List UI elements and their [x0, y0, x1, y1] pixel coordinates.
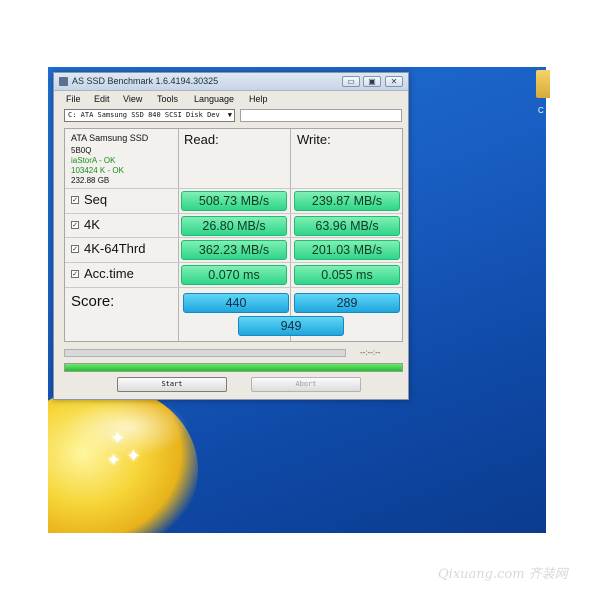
4k64-checkbox[interactable]: ✓	[71, 245, 79, 253]
menu-view[interactable]: View	[123, 94, 142, 104]
abort-button[interactable]: Abort	[251, 377, 361, 392]
device-firmware: 5B0Q	[71, 146, 92, 155]
4k-write-value: 63.96 MB/s	[294, 216, 400, 236]
row-divider	[65, 213, 402, 214]
4k64-label: 4K-64Thrd	[84, 241, 146, 256]
menu-bar: File Edit View Tools Language Help	[54, 91, 408, 107]
desktop-folder-label: C	[538, 106, 544, 115]
as-ssd-window: AS SSD Benchmark 1.6.4194.30325 ▭ ▣ ✕ Fi…	[53, 72, 409, 400]
column-divider	[290, 129, 291, 341]
4k64-read-value: 362.23 MB/s	[181, 240, 287, 260]
total-progress-bar	[64, 363, 403, 372]
maximize-button[interactable]: ▣	[363, 76, 381, 87]
device-name: ATA Samsung SSD	[71, 133, 149, 143]
start-button[interactable]: Start	[117, 377, 227, 392]
row-divider	[65, 287, 402, 288]
score-label: Score:	[71, 293, 115, 310]
row-divider	[65, 237, 402, 238]
column-divider	[178, 129, 179, 341]
window-title: AS SSD Benchmark 1.6.4194.30325	[72, 76, 219, 86]
acctime-write-value: 0.055 ms	[294, 265, 400, 285]
sparkle-icon: ✦	[126, 446, 142, 466]
row-divider	[65, 262, 402, 263]
app-icon	[59, 77, 68, 86]
acctime-read-value: 0.070 ms	[181, 265, 287, 285]
read-column-header: Read:	[184, 132, 219, 147]
total-score: 949	[238, 316, 344, 336]
acctime-label: Acc.time	[84, 266, 134, 281]
watermark-text: Qixuang.com 齐装网	[438, 567, 568, 582]
minimize-button[interactable]: ▭	[342, 76, 360, 87]
device-driver: iaStorA - OK	[71, 156, 116, 165]
drive-select[interactable]: C: ATA Samsung SSD 840 SCSI Disk Dev ▼	[64, 109, 235, 122]
device-capacity: 232.88 GB	[71, 176, 110, 185]
drive-select-value: C: ATA Samsung SSD 840 SCSI Disk Dev	[68, 111, 220, 119]
read-score: 440	[183, 293, 289, 313]
menu-edit[interactable]: Edit	[94, 94, 110, 104]
title-bar[interactable]: AS SSD Benchmark 1.6.4194.30325 ▭ ▣ ✕	[54, 73, 408, 91]
4k64-write-value: 201.03 MB/s	[294, 240, 400, 260]
4k-read-value: 26.80 MB/s	[181, 216, 287, 236]
total-progress-fill	[65, 364, 402, 371]
elapsed-time: --:--:--	[360, 348, 381, 357]
results-grid: ATA Samsung SSD 5B0Q iaStorA - OK 103424…	[64, 128, 403, 342]
sparkle-icon: ✦	[106, 450, 122, 470]
write-score: 289	[294, 293, 400, 313]
drive-row: C: ATA Samsung SSD 840 SCSI Disk Dev ▼	[54, 107, 408, 125]
write-column-header: Write:	[297, 132, 331, 147]
acctime-checkbox[interactable]: ✓	[71, 270, 79, 278]
menu-tools[interactable]: Tools	[157, 94, 178, 104]
seq-label: Seq	[84, 192, 108, 207]
menu-file[interactable]: File	[66, 94, 81, 104]
menu-language[interactable]: Language	[194, 94, 234, 104]
sparkle-icon: ✦	[110, 428, 126, 448]
device-alignment: 103424 K - OK	[71, 166, 124, 175]
seq-write-value: 239.87 MB/s	[294, 191, 400, 211]
current-test-progress-bar	[64, 349, 346, 357]
4k-label: 4K	[84, 217, 100, 232]
4k-checkbox[interactable]: ✓	[71, 221, 79, 229]
desktop-folder-icon[interactable]	[536, 70, 550, 98]
close-button[interactable]: ✕	[385, 76, 403, 87]
row-divider	[65, 188, 402, 189]
seq-read-value: 508.73 MB/s	[181, 191, 287, 211]
chevron-down-icon[interactable]: ▼	[228, 110, 232, 121]
drive-info-field	[240, 109, 402, 122]
menu-help[interactable]: Help	[249, 94, 268, 104]
seq-checkbox[interactable]: ✓	[71, 196, 79, 204]
